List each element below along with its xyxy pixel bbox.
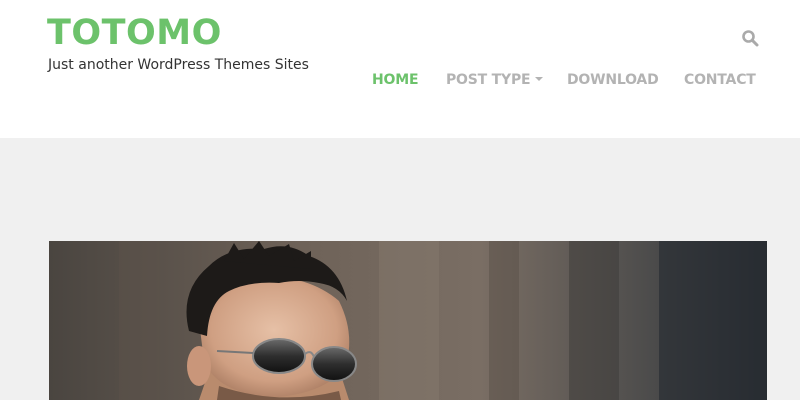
hero-image [49, 241, 767, 400]
site-header: TOTOMO Just another WordPress Themes Sit… [0, 0, 800, 138]
site-title[interactable]: TOTOMO [47, 13, 222, 53]
chevron-down-icon [535, 77, 544, 81]
nav-item-label: HOME [372, 72, 419, 88]
search-button[interactable] [739, 27, 761, 49]
nav-item-label: DOWNLOAD [567, 72, 659, 88]
nav-item-contact[interactable]: CONTACT [684, 71, 756, 89]
nav-item-download[interactable]: DOWNLOAD [567, 71, 659, 89]
hero-photo [49, 241, 767, 400]
main-navigation: HOME POST TYPE DOWNLOAD CONTACT [0, 71, 800, 91]
nav-item-post-type[interactable]: POST TYPE [446, 71, 544, 89]
nav-item-label: CONTACT [684, 72, 756, 88]
search-icon [742, 30, 759, 47]
nav-item-home[interactable]: HOME [372, 71, 419, 89]
nav-item-label: POST TYPE [446, 72, 531, 88]
